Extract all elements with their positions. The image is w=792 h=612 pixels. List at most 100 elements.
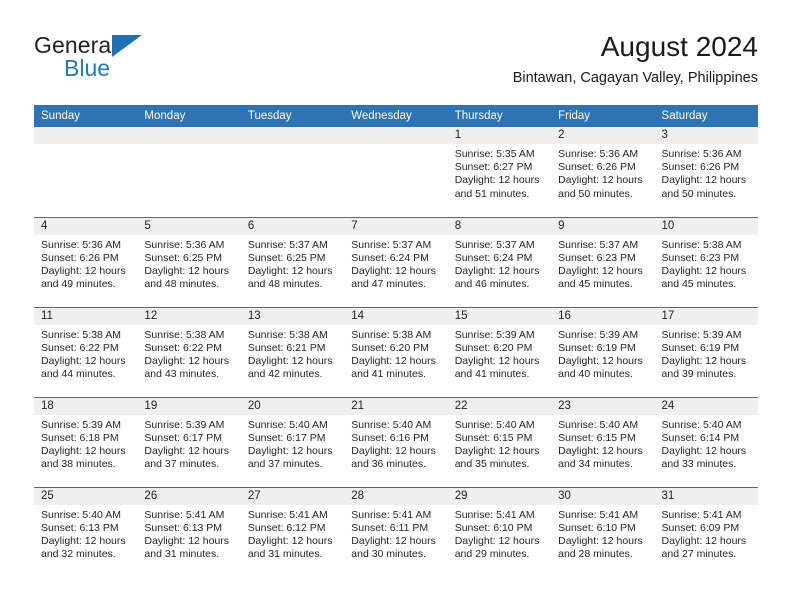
daylight-text-line2: and 50 minutes. [661, 187, 737, 200]
calendar-day-cell[interactable]: 12 Sunrise: 5:38 AM Sunset: 6:22 PM Dayligh… [137, 306, 241, 397]
daylight-text-line2: and 50 minutes. [558, 187, 633, 200]
calendar-day-cell[interactable]: 6 Sunrise: 5:37 AM Sunset: 6:25 PM Daylight… [240, 216, 345, 307]
calendar-cell-empty [344, 127, 448, 217]
day-number: 1 [447, 127, 552, 144]
day-details: Sunrise: 5:35 AM Sunset: 6:27 PM Daylight:… [448, 144, 551, 201]
day-details: Sunrise: 5:40 AM Sunset: 6:14 PM Daylight:… [655, 415, 758, 472]
sunrise-text: Sunrise: 5:41 AM [558, 508, 639, 521]
day-number: 25 [34, 487, 138, 505]
calendar-day-cell[interactable]: 4 Sunrise: 5:36 AM Sunset: 6:26 PM Daylight… [34, 216, 138, 307]
daylight-text-line1: Daylight: 12 hours [247, 534, 333, 547]
sunrise-text: Sunrise: 5:39 AM [454, 328, 535, 341]
daylight-text-line1: Daylight: 12 hours [454, 534, 540, 547]
sunset-text: Sunset: 6:23 PM [558, 251, 636, 264]
daylight-text-line1: Daylight: 12 hours [41, 354, 126, 367]
calendar-week-row: 25 Sunrise: 5:40 AM Sunset: 6:13 PM Dayligh… [34, 486, 758, 577]
calendar-day-cell[interactable]: 19 Sunrise: 5:39 AM Sunset: 6:17 PM Dayligh… [137, 396, 241, 487]
calendar-day-cell[interactable]: 7 Sunrise: 5:37 AM Sunset: 6:24 PM Daylight… [344, 216, 448, 307]
day-number: 4 [34, 217, 138, 235]
daylight-text-line1: Daylight: 12 hours [558, 534, 643, 547]
sunrise-text: Sunrise: 5:37 AM [247, 238, 328, 251]
weekday-header-saturday: Saturday [654, 105, 758, 127]
calendar-day-cell[interactable]: 31 Sunrise: 5:41 AM Sunset: 6:09 PM Dayligh… [654, 486, 758, 577]
sunset-text: Sunset: 6:12 PM [247, 521, 326, 534]
weekday-header-monday: Monday [137, 105, 241, 127]
calendar-day-cell[interactable]: 2 Sunrise: 5:36 AM Sunset: 6:26 PM Daylight… [551, 127, 655, 217]
sunset-text: Sunset: 6:25 PM [144, 251, 223, 264]
sunrise-text: Sunrise: 5:40 AM [558, 418, 639, 431]
day-number: 21 [344, 397, 448, 415]
daylight-text-line2: and 38 minutes. [41, 458, 116, 471]
daylight-text-line1: Daylight: 12 hours [247, 354, 333, 367]
calendar-day-cell[interactable]: 21 Sunrise: 5:40 AM Sunset: 6:16 PM Dayligh… [344, 396, 448, 487]
calendar-day-cell[interactable]: 11 Sunrise: 5:38 AM Sunset: 6:22 PM Dayligh… [34, 306, 138, 397]
calendar-week-row: 11 Sunrise: 5:38 AM Sunset: 6:22 PM Dayligh… [34, 306, 758, 397]
day-details: Sunrise: 5:36 AM Sunset: 6:25 PM Daylight:… [137, 235, 240, 292]
daylight-text-line2: and 41 minutes. [454, 368, 530, 381]
calendar-day-cell[interactable]: 29 Sunrise: 5:41 AM Sunset: 6:10 PM Dayligh… [447, 486, 552, 577]
sunrise-text: Sunrise: 5:36 AM [41, 238, 121, 251]
calendar-day-cell[interactable]: 18 Sunrise: 5:39 AM Sunset: 6:18 PM Dayligh… [34, 396, 138, 487]
sunrise-text: Sunrise: 5:39 AM [144, 418, 225, 431]
day-number: 15 [447, 307, 552, 325]
day-number: 24 [654, 397, 758, 415]
weekday-header-tuesday: Tuesday [240, 105, 345, 127]
day-details: Sunrise: 5:38 AM Sunset: 6:22 PM Daylight:… [137, 325, 240, 382]
calendar-day-cell[interactable]: 25 Sunrise: 5:40 AM Sunset: 6:13 PM Dayligh… [34, 486, 138, 577]
day-number: 10 [654, 217, 758, 235]
sunset-text: Sunset: 6:19 PM [661, 341, 740, 354]
calendar-day-cell[interactable]: 26 Sunrise: 5:41 AM Sunset: 6:13 PM Dayligh… [137, 486, 241, 577]
day-number: 3 [654, 127, 758, 144]
daylight-text-line1: Daylight: 12 hours [661, 174, 747, 187]
calendar-day-cell[interactable]: 23 Sunrise: 5:40 AM Sunset: 6:15 PM Dayligh… [551, 396, 655, 487]
calendar-day-cell[interactable]: 27 Sunrise: 5:41 AM Sunset: 6:12 PM Dayligh… [240, 486, 345, 577]
calendar-day-cell[interactable]: 30 Sunrise: 5:41 AM Sunset: 6:10 PM Dayligh… [551, 486, 655, 577]
calendar-day-cell[interactable]: 5 Sunrise: 5:36 AM Sunset: 6:25 PM Daylight… [137, 216, 241, 307]
day-details: Sunrise: 5:40 AM Sunset: 6:15 PM Daylight:… [551, 415, 654, 472]
sunset-text: Sunset: 6:11 PM [351, 521, 429, 534]
calendar-day-cell[interactable]: 17 Sunrise: 5:39 AM Sunset: 6:19 PM Dayligh… [654, 306, 758, 397]
day-number: 9 [551, 217, 655, 235]
calendar-cell-empty [34, 127, 138, 217]
day-details: Sunrise: 5:41 AM Sunset: 6:10 PM Daylight:… [448, 505, 551, 562]
day-details: Sunrise: 5:40 AM Sunset: 6:15 PM Daylight:… [448, 415, 551, 472]
day-details: Sunrise: 5:40 AM Sunset: 6:13 PM Daylight:… [34, 505, 137, 562]
calendar-day-cell[interactable]: 20 Sunrise: 5:40 AM Sunset: 6:17 PM Dayligh… [240, 396, 345, 487]
logo-triangle-icon [112, 35, 142, 57]
sunset-text: Sunset: 6:20 PM [454, 341, 533, 354]
daylight-text-line2: and 34 minutes. [558, 458, 633, 471]
daylight-text-line2: and 35 minutes. [454, 458, 530, 471]
calendar-day-cell[interactable]: 3 Sunrise: 5:36 AM Sunset: 6:26 PM Daylight… [654, 127, 758, 217]
calendar-day-cell[interactable]: 13 Sunrise: 5:38 AM Sunset: 6:21 PM Dayligh… [240, 306, 345, 397]
day-details: Sunrise: 5:36 AM Sunset: 6:26 PM Daylight:… [34, 235, 137, 292]
daylight-text-line2: and 32 minutes. [41, 548, 116, 561]
sunset-text: Sunset: 6:20 PM [351, 341, 429, 354]
daylight-text-line2: and 48 minutes. [144, 278, 220, 291]
day-number: 31 [654, 487, 758, 505]
sunrise-text: Sunrise: 5:41 AM [661, 508, 742, 521]
sunset-text: Sunset: 6:16 PM [351, 431, 429, 444]
daylight-text-line1: Daylight: 12 hours [454, 444, 540, 457]
day-details: Sunrise: 5:41 AM Sunset: 6:10 PM Daylight:… [551, 505, 654, 562]
calendar-day-cell[interactable]: 14 Sunrise: 5:38 AM Sunset: 6:20 PM Dayligh… [344, 306, 448, 397]
calendar-day-cell[interactable]: 9 Sunrise: 5:37 AM Sunset: 6:23 PM Daylight… [551, 216, 655, 307]
daylight-text-line1: Daylight: 12 hours [41, 444, 126, 457]
day-details: Sunrise: 5:40 AM Sunset: 6:17 PM Daylight:… [241, 415, 344, 472]
calendar-day-cell[interactable]: 8 Sunrise: 5:37 AM Sunset: 6:24 PM Daylight… [447, 216, 552, 307]
calendar-day-cell[interactable]: 28 Sunrise: 5:41 AM Sunset: 6:11 PM Dayligh… [344, 486, 448, 577]
daylight-text-line2: and 49 minutes. [41, 278, 116, 291]
daylight-text-line1: Daylight: 12 hours [247, 444, 333, 457]
daylight-text-line2: and 36 minutes. [351, 458, 426, 471]
calendar-day-cell[interactable]: 1 Sunrise: 5:35 AM Sunset: 6:27 PM Daylight… [447, 127, 552, 217]
calendar-day-cell[interactable]: 24 Sunrise: 5:40 AM Sunset: 6:14 PM Dayligh… [654, 396, 758, 487]
calendar-day-cell[interactable]: 16 Sunrise: 5:39 AM Sunset: 6:19 PM Dayligh… [551, 306, 655, 397]
calendar-cell-empty [137, 127, 241, 217]
day-number: 16 [551, 307, 655, 325]
day-number: 20 [240, 397, 345, 415]
calendar-day-cell[interactable]: 22 Sunrise: 5:40 AM Sunset: 6:15 PM Dayligh… [447, 396, 552, 487]
day-details: Sunrise: 5:38 AM Sunset: 6:22 PM Daylight:… [34, 325, 137, 382]
day-number [344, 127, 448, 144]
calendar-day-cell[interactable]: 10 Sunrise: 5:38 AM Sunset: 6:23 PM Dayligh… [654, 216, 758, 307]
daylight-text-line1: Daylight: 12 hours [558, 264, 643, 277]
calendar-day-cell[interactable]: 15 Sunrise: 5:39 AM Sunset: 6:20 PM Dayligh… [447, 306, 552, 397]
